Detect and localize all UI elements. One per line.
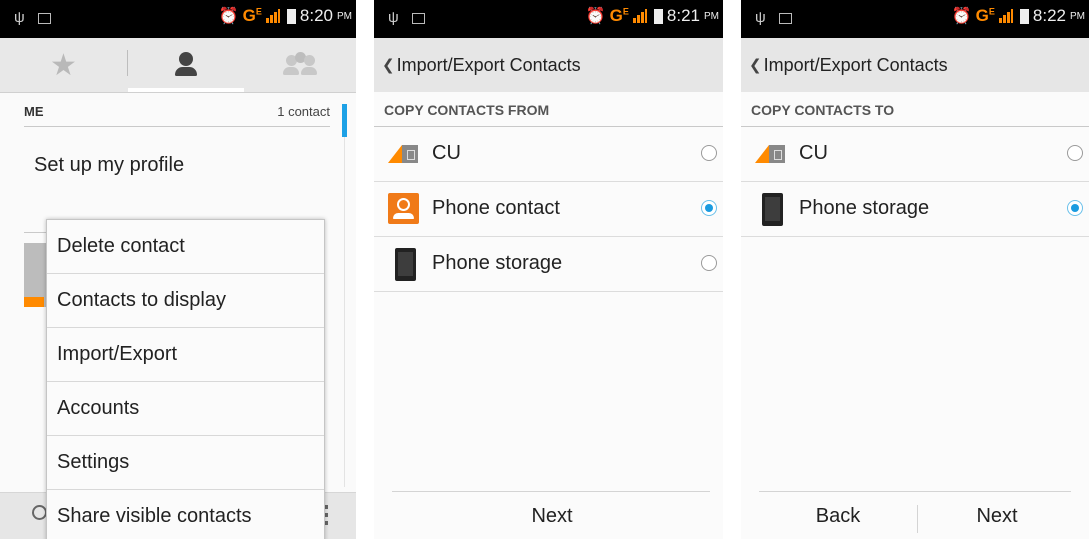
page-title[interactable]: Import/Export Contacts (397, 55, 581, 76)
status-bar: ψ ⏰ GE 8:22 PM (741, 0, 1089, 38)
menu-item-contacts-to-display[interactable]: Contacts to display (47, 274, 324, 328)
signal-icon (632, 9, 647, 23)
radio-button-selected[interactable] (1067, 200, 1083, 216)
me-count: 1 contact (277, 104, 330, 119)
signal-icon (998, 9, 1013, 23)
tab-groups[interactable] (244, 38, 356, 92)
clock-ampm: PM (704, 10, 719, 22)
screenshot-icon (779, 13, 792, 24)
footer-divider (759, 491, 1071, 492)
me-section-header: ME 1 contact (24, 104, 330, 127)
menu-item-settings[interactable]: Settings (47, 436, 324, 490)
screenshot-icon (38, 13, 51, 24)
alarm-icon: ⏰ (585, 8, 606, 25)
network-type: GE (975, 6, 995, 25)
clock: 8:20 (299, 6, 333, 25)
phone-icon (762, 193, 783, 226)
sim-card-icon (388, 145, 418, 163)
option-label: CU (432, 142, 461, 164)
option-row-cu[interactable]: CU (741, 127, 1089, 182)
radio-button[interactable] (701, 255, 717, 271)
page-title[interactable]: Import/Export Contacts (764, 55, 948, 76)
option-label: CU (799, 142, 828, 164)
sim-badge-icon (24, 297, 44, 307)
status-bar: ψ ⏰ GE 8:21 PM (374, 0, 723, 38)
search-icon[interactable] (32, 505, 47, 520)
star-icon: ★ (50, 48, 77, 82)
selected-tab-indicator (128, 88, 244, 92)
back-button[interactable]: Back (759, 505, 917, 528)
contacts-tab-bar: ★ (0, 38, 356, 93)
network-type: GE (242, 6, 262, 25)
menu-item-share-visible-contacts[interactable]: Share visible contacts (47, 490, 324, 539)
scrollbar-track (344, 137, 345, 487)
scrollbar-thumb[interactable] (342, 104, 347, 137)
action-bar: ❮ Import/Export Contacts (374, 38, 723, 92)
avatar (24, 243, 48, 307)
option-row-phone-contact[interactable]: Phone contact (374, 182, 723, 237)
option-label: Phone storage (432, 252, 563, 274)
radio-button[interactable] (1067, 145, 1083, 161)
contact-icon (388, 193, 419, 224)
footer-divider (392, 491, 710, 492)
group-icon (283, 52, 317, 78)
clock-ampm: PM (1070, 10, 1085, 22)
section-header: COPY CONTACTS TO (741, 92, 1089, 127)
section-header: COPY CONTACTS FROM (374, 92, 723, 127)
action-bar: ❮ Import/Export Contacts (741, 38, 1089, 92)
radio-button[interactable] (701, 145, 717, 161)
section-title: COPY CONTACTS FROM (384, 102, 550, 118)
usb-icon: ψ (14, 9, 25, 26)
contacts-screen: ψ ⏰ GE 8:20 PM ★ ME 1 contact Set up my … (0, 0, 356, 539)
option-label: Phone contact (432, 197, 560, 219)
alarm-icon: ⏰ (218, 8, 239, 25)
battery-icon (286, 8, 296, 24)
sim-card-icon (755, 145, 785, 163)
option-label: Phone storage (799, 197, 930, 219)
usb-icon: ψ (755, 9, 766, 26)
menu-item-delete-contact[interactable]: Delete contact (47, 220, 324, 274)
back-chevron-icon[interactable]: ❮ (382, 56, 395, 74)
usb-icon: ψ (388, 9, 399, 26)
person-icon (173, 52, 199, 78)
phone-icon (395, 248, 416, 281)
tab-contacts[interactable] (128, 38, 244, 92)
menu-item-import-export[interactable]: Import/Export (47, 328, 324, 382)
tab-favorites[interactable]: ★ (0, 38, 127, 92)
radio-button-selected[interactable] (701, 200, 717, 216)
options-menu: Delete contact Contacts to display Impor… (46, 219, 325, 539)
battery-icon (653, 8, 663, 24)
import-from-screen: ψ ⏰ GE 8:21 PM ❮ Import/Export Contacts … (374, 0, 723, 539)
option-row-phone-storage[interactable]: Phone storage (374, 237, 723, 292)
me-title: ME (24, 104, 44, 119)
export-to-screen: ψ ⏰ GE 8:22 PM ❮ Import/Export Contacts … (741, 0, 1089, 539)
menu-item-accounts[interactable]: Accounts (47, 382, 324, 436)
clock: 8:21 (666, 6, 700, 25)
next-button[interactable]: Next (374, 505, 723, 528)
back-chevron-icon[interactable]: ❮ (749, 56, 762, 74)
alarm-icon: ⏰ (951, 8, 972, 25)
list-divider (24, 232, 48, 233)
clock: 8:22 (1032, 6, 1066, 25)
section-title: COPY CONTACTS TO (751, 102, 895, 118)
setup-profile-item[interactable]: Set up my profile (34, 154, 184, 177)
next-button[interactable]: Next (918, 505, 1076, 528)
screenshot-icon (412, 13, 425, 24)
signal-icon (265, 9, 280, 23)
option-row-cu[interactable]: CU (374, 127, 723, 182)
status-bar: ψ ⏰ GE 8:20 PM (0, 0, 356, 38)
option-row-phone-storage[interactable]: Phone storage (741, 182, 1089, 237)
clock-ampm: PM (337, 10, 352, 22)
network-type: GE (609, 6, 629, 25)
battery-icon (1019, 8, 1029, 24)
